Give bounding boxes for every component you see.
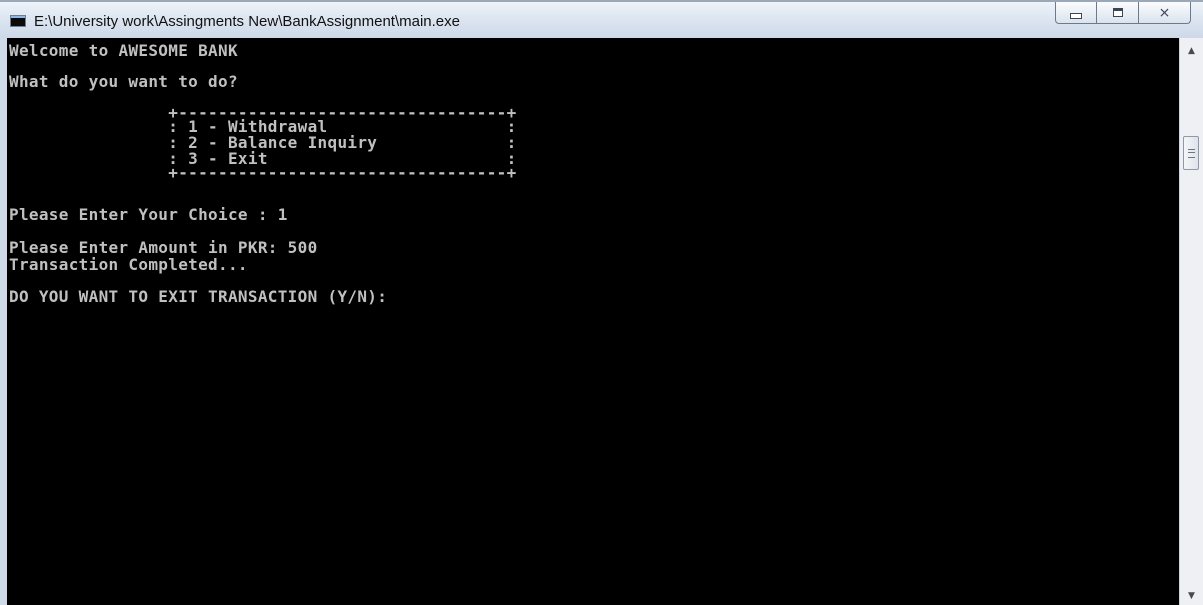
close-icon: ⨯: [1158, 4, 1171, 21]
window-title: E:\University work\Assingments New\BankA…: [34, 13, 460, 30]
console-line-prompt: What do you want to do?: [9, 72, 238, 91]
maximize-button[interactable]: [1097, 2, 1139, 24]
maximize-icon: [1112, 8, 1123, 17]
title-bar[interactable]: E:\University work\Assingments New\BankA…: [0, 0, 1203, 38]
console-line-amount: Please Enter Amount in PKR: 500: [9, 238, 318, 257]
console-output[interactable]: Welcome to AWESOME BANK What do you want…: [7, 38, 1179, 605]
minimize-button[interactable]: [1055, 2, 1097, 24]
scrollbar-thumb[interactable]: [1183, 136, 1199, 170]
console-line-status: Transaction Completed...: [9, 255, 248, 274]
console-menu-border-bottom: +---------------------------------+: [9, 163, 517, 182]
console-line-welcome: Welcome to AWESOME BANK: [9, 41, 238, 60]
scroll-down-icon[interactable]: ▼: [1180, 587, 1203, 605]
grip-icon: [1187, 148, 1195, 158]
console-app-icon[interactable]: [10, 15, 26, 27]
minimize-icon: [1070, 12, 1082, 19]
close-button[interactable]: ⨯: [1139, 2, 1191, 24]
scroll-up-icon[interactable]: ▲: [1180, 42, 1203, 60]
console-line-choice: Please Enter Your Choice : 1: [9, 205, 288, 224]
window-controls: ⨯: [1055, 2, 1191, 24]
vertical-scrollbar[interactable]: ▲ ▼: [1179, 38, 1203, 605]
console-window: E:\University work\Assingments New\BankA…: [0, 0, 1203, 605]
console-line-exit-prompt: DO YOU WANT TO EXIT TRANSACTION (Y/N):: [9, 287, 388, 306]
